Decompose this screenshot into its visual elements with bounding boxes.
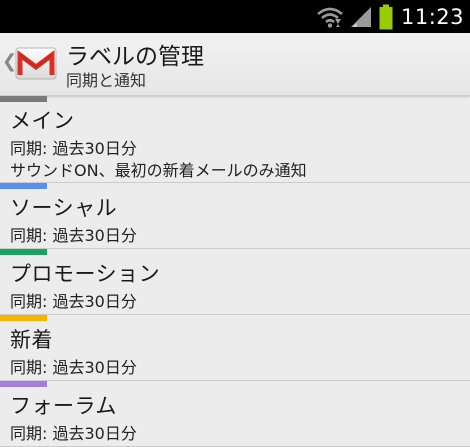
label-name: メイン [10, 109, 75, 133]
label-sync-setting: 同期: 過去30日分 [10, 424, 137, 443]
label-sync-setting: 同期: 過去30日分 [10, 358, 137, 377]
wifi-icon [317, 5, 343, 29]
clock: 11:23 [400, 4, 464, 29]
gmail-icon[interactable] [14, 43, 58, 89]
label-color-bar [0, 96, 47, 102]
label-item-main[interactable]: メイン 同期: 過去30日分 サウンドON、最初の新着メールのみ通知 [0, 96, 470, 183]
label-color-bar [0, 381, 47, 387]
status-bar: 11:23 [0, 0, 470, 33]
label-item-forums[interactable]: フォーラム 同期: 過去30日分 [0, 381, 470, 447]
label-name: ソーシャル [10, 196, 118, 220]
label-name: フォーラム [10, 394, 117, 418]
label-notification-setting: サウンドON、最初の新着メールのみ通知 [10, 161, 307, 180]
page-title: ラベルの管理 [66, 44, 204, 70]
label-item-promotions[interactable]: プロモーション 同期: 過去30日分 [0, 249, 470, 315]
action-bar: ❮ ラベルの管理 同期と通知 [0, 33, 470, 96]
label-sync-setting: 同期: 過去30日分 [10, 292, 137, 311]
label-color-bar [0, 249, 47, 255]
label-color-bar [0, 183, 47, 189]
label-sync-setting: 同期: 過去30日分 [10, 226, 137, 245]
label-name: 新着 [10, 328, 53, 352]
label-item-social[interactable]: ソーシャル 同期: 過去30日分 [0, 183, 470, 249]
label-list: メイン 同期: 過去30日分 サウンドON、最初の新着メールのみ通知 ソーシャル… [0, 96, 470, 447]
label-name: プロモーション [10, 262, 161, 286]
label-item-updates[interactable]: 新着 同期: 過去30日分 [0, 315, 470, 381]
signal-icon [349, 5, 373, 29]
page-subtitle: 同期と通知 [66, 71, 147, 90]
label-sync-setting: 同期: 過去30日分 [10, 139, 137, 158]
status-icons: 11:23 [317, 0, 470, 33]
battery-icon [379, 4, 393, 30]
label-color-bar [0, 315, 47, 321]
